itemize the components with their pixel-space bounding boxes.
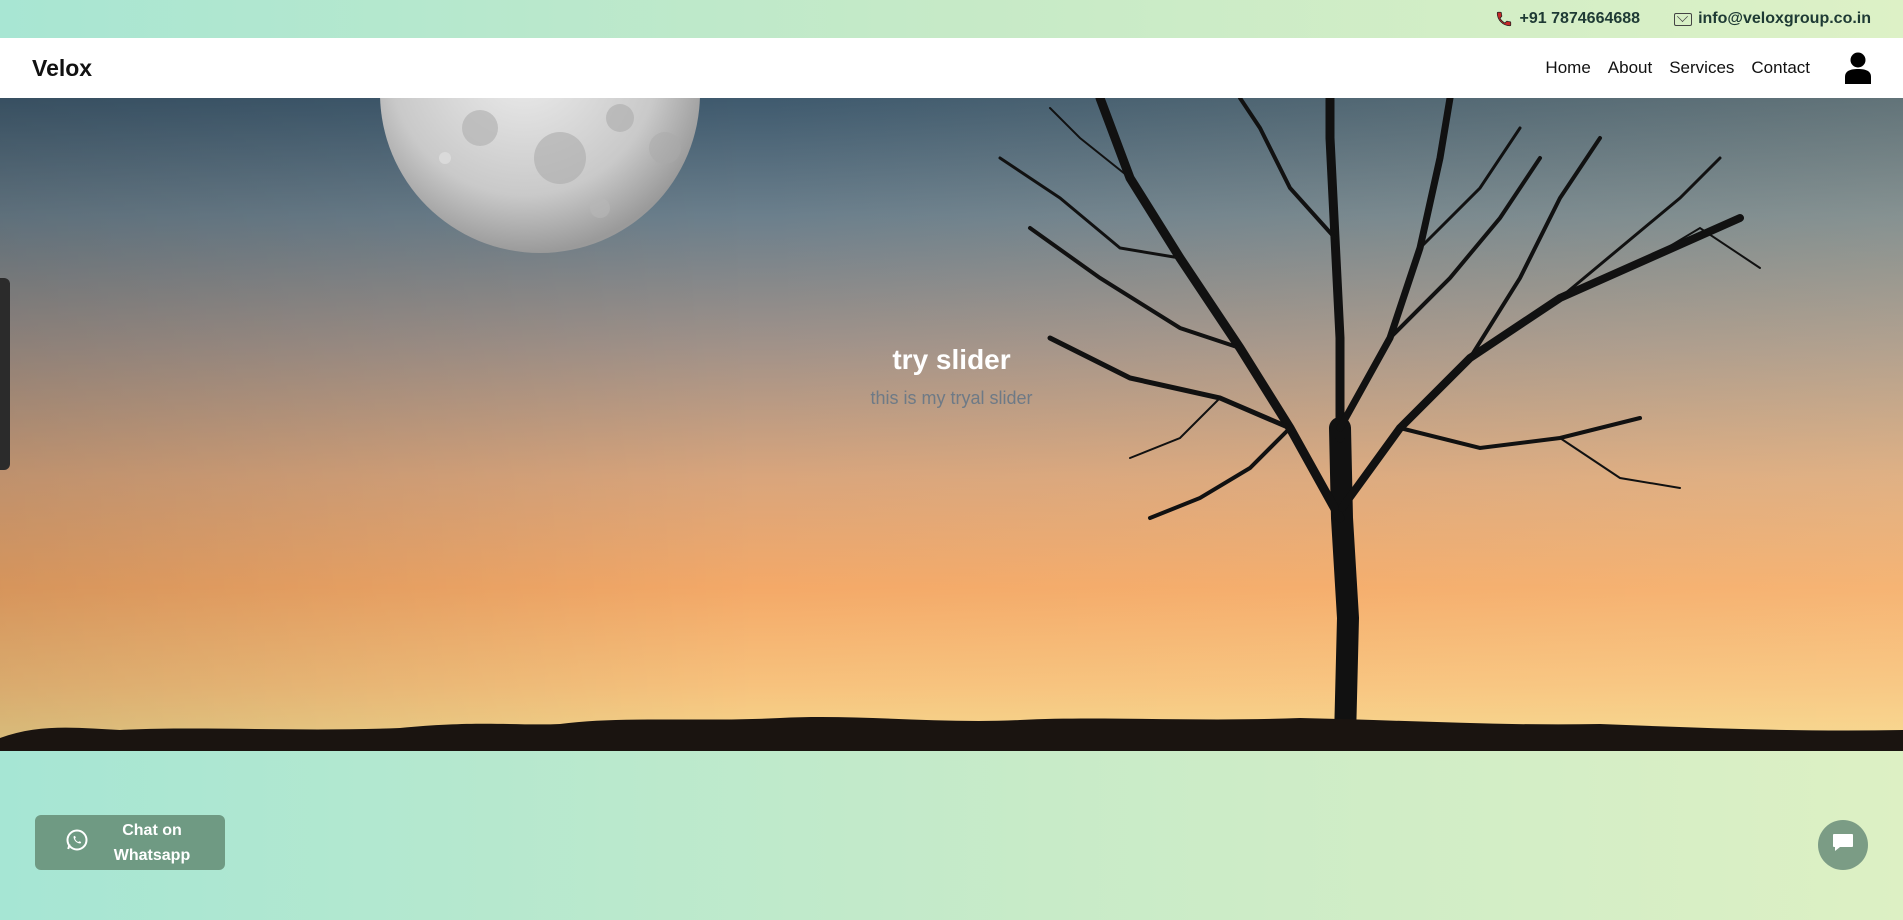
email-address: info@veloxgroup.co.in [1698, 10, 1871, 27]
top-contact-bar: +91 7874664688 info@veloxgroup.co.in [0, 0, 1903, 38]
mail-icon [1674, 12, 1693, 26]
whatsapp-label: Chat on Whatsapp [107, 818, 197, 868]
slider-subtitle: this is my tryal slider [870, 388, 1033, 408]
nav-link-home[interactable]: Home [1545, 58, 1590, 78]
phone-number: +91 7874664688 [1519, 10, 1641, 27]
brand-logo[interactable]: Velox [32, 55, 92, 82]
hero-slider[interactable]: try slider this is my tryal slider [0, 98, 1903, 751]
whatsapp-label-line1: Chat on [122, 821, 182, 839]
moon-image [380, 98, 700, 253]
chat-widget-button[interactable] [1818, 820, 1868, 870]
phone-contact[interactable]: +91 7874664688 [1495, 10, 1640, 28]
chat-bubble-icon [1832, 833, 1854, 858]
main-navbar: Velox Home About Services Contact [0, 38, 1903, 98]
nav-link-about[interactable]: About [1608, 58, 1652, 78]
nav-link-contact[interactable]: Contact [1751, 58, 1810, 78]
whatsapp-chat-button[interactable]: Chat on Whatsapp [35, 815, 225, 870]
email-contact[interactable]: info@veloxgroup.co.in [1674, 10, 1871, 28]
nav-links: Home About Services Contact [1545, 58, 1810, 78]
tree-silhouette [998, 98, 1761, 749]
whatsapp-label-line2: Whatsapp [113, 846, 191, 864]
user-icon[interactable] [1845, 52, 1871, 84]
nav-link-services[interactable]: Services [1669, 58, 1734, 78]
hero-background-scene [0, 98, 1903, 751]
nav-right: Home About Services Contact [1545, 52, 1871, 84]
slider-title: try slider [892, 344, 1011, 375]
grass-horizon [0, 717, 1903, 751]
phone-icon [1495, 10, 1513, 28]
whatsapp-icon [65, 828, 89, 857]
